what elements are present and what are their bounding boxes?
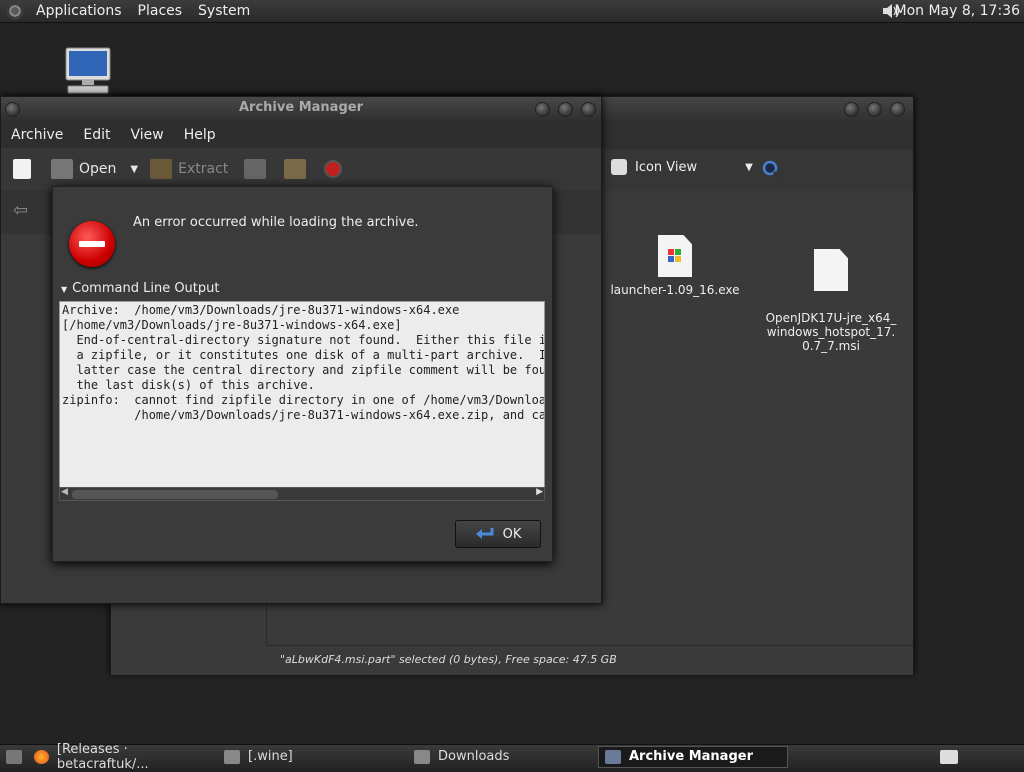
file-name: launcher-1.09_16.exe (610, 283, 740, 297)
extract-label: Extract (178, 161, 229, 177)
workspace-icon (940, 749, 958, 764)
menubar: Archive Edit View Help (1, 122, 601, 148)
task-label: [.wine] (248, 749, 293, 764)
top-panel: Applications Places System Mon May 8, 17… (0, 0, 1024, 23)
error-icon (69, 221, 115, 267)
extract-button[interactable]: Extract (150, 159, 228, 179)
show-desktop-icon (6, 749, 22, 764)
task-archive-manager[interactable]: Archive Manager (598, 745, 788, 768)
file-item[interactable]: OpenJDK17U-jre_x64_ windows_hotspot_17. … (761, 235, 901, 367)
menu-system[interactable]: System (190, 3, 258, 19)
view-selector[interactable]: Icon View ▼ (611, 159, 753, 175)
window-menu-button[interactable] (5, 102, 20, 117)
show-desktop-button[interactable] (0, 746, 28, 768)
maximize-button[interactable] (867, 102, 882, 117)
task-firefox[interactable]: [Releases · betacraftuk/... (28, 742, 218, 772)
task-wine-folder[interactable]: [.wine] (218, 746, 408, 768)
back-arrow-icon[interactable]: ⇦ (13, 200, 28, 221)
firefox-icon (34, 749, 49, 764)
expander-label: Command Line Output (72, 281, 220, 296)
view-icon (611, 159, 627, 175)
distro-logo-icon[interactable] (6, 2, 24, 20)
open-icon (51, 159, 73, 179)
stop-icon (324, 160, 343, 178)
menu-edit[interactable]: Edit (73, 127, 120, 143)
menu-places[interactable]: Places (130, 3, 191, 19)
file-icon (814, 249, 848, 291)
scroll-left-icon[interactable]: ◀ (61, 487, 68, 497)
scroll-right-icon[interactable]: ▶ (536, 487, 543, 497)
maximize-button[interactable] (558, 102, 573, 117)
chevron-down-icon[interactable]: ▼ (130, 164, 138, 175)
task-label: Downloads (438, 749, 510, 764)
add-folder-button[interactable] (284, 159, 307, 179)
window-title[interactable]: Archive Manager (1, 97, 601, 122)
error-dialog: An error occurred while loading the arch… (52, 186, 553, 562)
add-files-button[interactable] (244, 159, 267, 179)
ok-label: OK (502, 526, 522, 542)
task-downloads[interactable]: Downloads (408, 746, 598, 768)
file-name: OpenJDK17U-jre_x64_ windows_hotspot_17. … (765, 311, 897, 353)
menu-archive[interactable]: Archive (1, 127, 73, 143)
open-button[interactable]: Open ▼ (51, 159, 138, 179)
scrollbar-thumb[interactable] (72, 490, 278, 499)
open-label: Open (79, 161, 117, 177)
menu-view[interactable]: View (121, 127, 174, 143)
exe-icon (658, 235, 692, 277)
status-bar: "aLbwKdF4.msi.part" selected (0 bytes), … (266, 645, 913, 675)
minimize-button[interactable] (844, 102, 859, 117)
menu-help[interactable]: Help (174, 127, 226, 143)
taskbar: [Releases · betacraftuk/... [.wine] Down… (0, 742, 1024, 772)
error-message: An error occurred while loading the arch… (133, 215, 419, 230)
folder-icon (224, 749, 240, 764)
clock[interactable]: Mon May 8, 17:36 (894, 3, 1020, 19)
minimize-button[interactable] (535, 102, 550, 117)
extract-icon (150, 159, 173, 179)
close-button[interactable] (890, 102, 905, 117)
add-folder-icon (284, 159, 307, 179)
add-files-icon (244, 159, 267, 179)
command-output-expander[interactable]: ▼ Command Line Output (61, 281, 220, 296)
computer-icon[interactable] (62, 46, 114, 96)
search-icon[interactable] (761, 159, 783, 181)
archive-manager-icon (605, 749, 621, 764)
file-item[interactable]: launcher-1.09_16.exe (605, 235, 745, 297)
task-label: Archive Manager (629, 749, 753, 764)
enter-arrow-icon (475, 528, 494, 539)
view-label: Icon View (635, 159, 698, 175)
menu-applications[interactable]: Applications (28, 3, 130, 19)
new-icon (13, 159, 31, 179)
new-archive-button[interactable] (13, 159, 31, 179)
command-output-text: Archive: /home/vm3/Downloads/jre-8u371-w… (62, 303, 544, 422)
chevron-down-icon: ▼ (745, 161, 753, 173)
horizontal-scrollbar[interactable]: ◀ ▶ (59, 487, 545, 501)
command-output-box[interactable]: Archive: /home/vm3/Downloads/jre-8u371-w… (59, 301, 545, 488)
task-label: [Releases · betacraftuk/... (56, 741, 149, 772)
folder-icon (414, 749, 430, 764)
workspace-switcher[interactable] (934, 746, 964, 768)
stop-button[interactable] (324, 160, 343, 178)
toolbar: Open ▼ Extract (1, 148, 601, 190)
close-button[interactable] (581, 102, 596, 117)
expander-arrow-icon: ▼ (61, 285, 68, 294)
ok-button[interactable]: OK (455, 520, 541, 548)
